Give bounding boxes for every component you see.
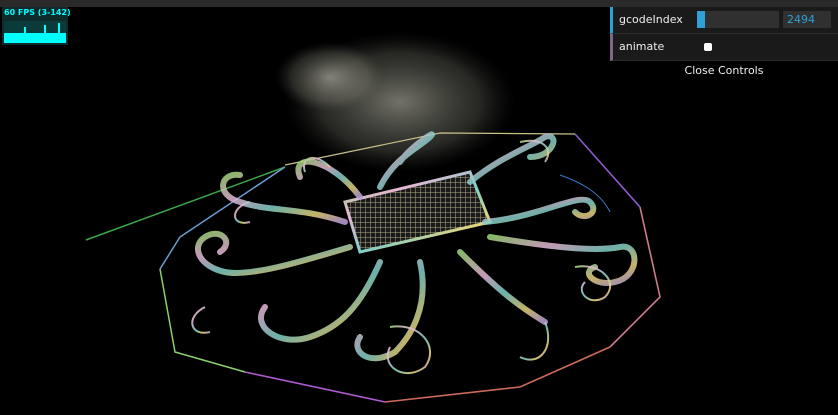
fps-stats[interactable]: 60 FPS (3-142) (2, 7, 71, 45)
animate-checkbox[interactable] (704, 43, 712, 51)
animate-controller: animate (610, 34, 838, 61)
tentacle-curls (191, 139, 612, 374)
skirt-outline (574, 133, 641, 208)
skirt-outline (244, 371, 386, 403)
travel-line (559, 174, 611, 213)
gcode-index-input[interactable]: 2494 (783, 11, 831, 28)
gcode-index-label: gcodeIndex (619, 13, 683, 26)
skirt-outline (159, 268, 246, 373)
ghost-head-left (275, 42, 385, 112)
close-controls-button[interactable]: Close Controls (610, 61, 838, 81)
gcode-index-slider-fill (697, 11, 706, 28)
top-bar (0, 0, 838, 7)
fps-readout: 60 FPS (3-142) (4, 8, 71, 17)
animate-label: animate (619, 40, 665, 53)
gcode-index-controller: gcodeIndex 2494 (610, 7, 838, 34)
controls-panel: gcodeIndex 2494 animate Close Controls (610, 7, 838, 81)
skirt-outline (609, 206, 661, 348)
skirt-outline (384, 346, 611, 403)
gcode-index-slider[interactable] (697, 11, 779, 28)
fps-graph (4, 21, 66, 43)
